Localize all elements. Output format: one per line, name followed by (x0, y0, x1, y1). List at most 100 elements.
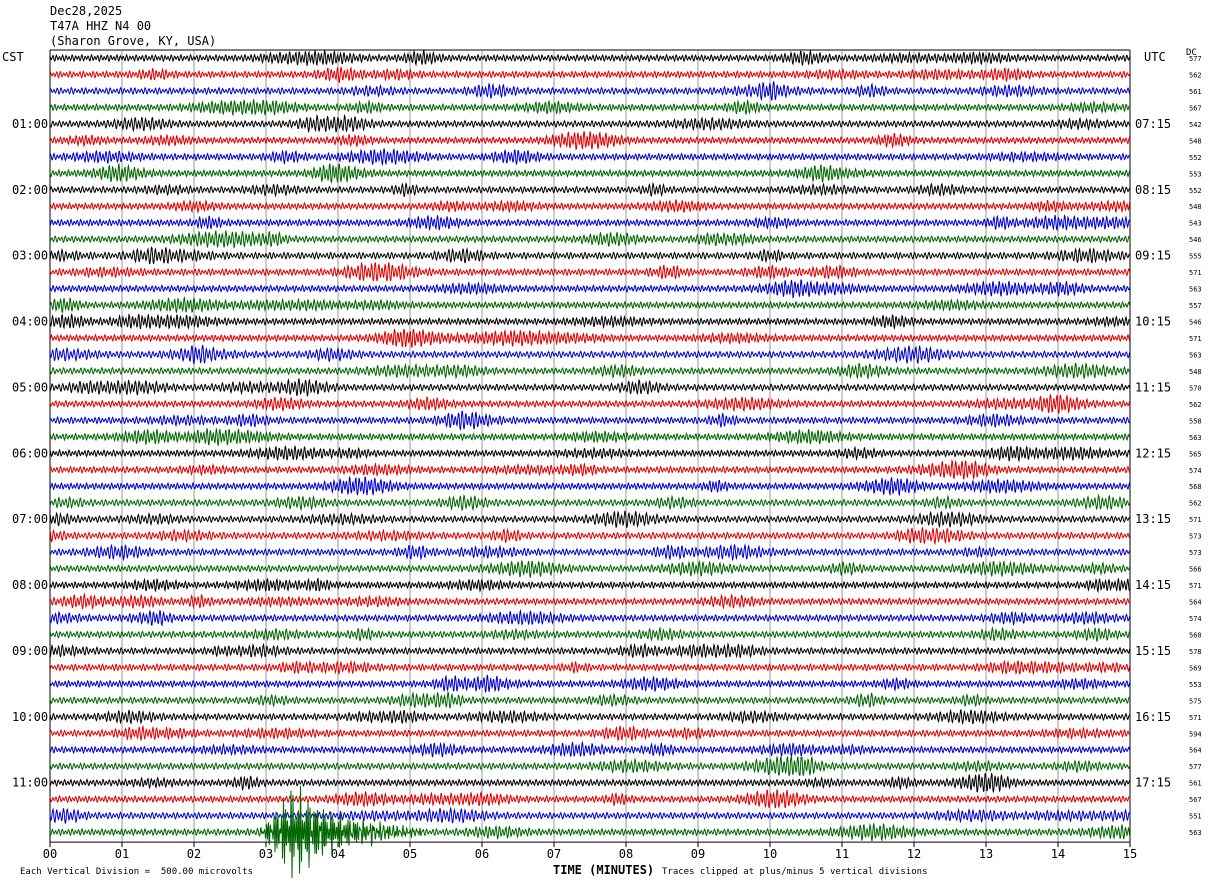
trace-line (49, 475, 1131, 497)
x-tick-label: 07 (547, 847, 561, 861)
dc-offset-value: 563 (1189, 286, 1202, 294)
dc-offset-value: 571 (1189, 269, 1202, 277)
dc-offset-value: 552 (1189, 187, 1202, 195)
x-tick-label: 00 (43, 847, 57, 861)
x-tick-label: 09 (691, 847, 705, 861)
dc-offset-value: 569 (1189, 664, 1202, 672)
left-hour-label: 04:00 (12, 315, 48, 329)
trace-line (49, 788, 1131, 809)
x-tick-label: 11 (835, 847, 849, 861)
trace-line (49, 344, 1131, 366)
dc-offset-value: 560 (1189, 631, 1202, 639)
left-hour-label: 07:00 (12, 512, 48, 526)
right-hour-label: 15:15 (1135, 644, 1171, 658)
dc-offset-value: 575 (1189, 697, 1202, 705)
clip-note: Traces clipped at plus/minus 5 vertical … (662, 867, 928, 877)
dc-offset-value: 565 (1189, 450, 1202, 458)
right-hour-label: 17:15 (1135, 776, 1171, 790)
trace-line (49, 199, 1131, 214)
dc-offset-value: 551 (1189, 813, 1202, 821)
x-tick-label: 06 (475, 847, 489, 861)
dc-offset-value: 553 (1189, 170, 1202, 178)
dc-offset-value: 553 (1189, 681, 1202, 689)
right-axis-title: UTC (1144, 50, 1166, 64)
x-axis-ticks: 00 01 02 03 04 05 06 07 08 09 10 11 12 13 14 15 (43, 842, 1137, 861)
x-axis-label: TIME (MINUTES) (553, 863, 655, 877)
trace-line (49, 131, 1131, 151)
dc-offset-value: 571 (1189, 335, 1202, 343)
dc-offset-value: 563 (1189, 434, 1202, 442)
dc-offset-value: 548 (1189, 368, 1202, 376)
dc-offset-value: 563 (1189, 351, 1202, 359)
left-hour-label: 03:00 (12, 249, 48, 263)
dc-offset-value: 562 (1189, 500, 1202, 508)
dc-offset-value: 548 (1189, 137, 1202, 145)
x-tick-label: 05 (403, 847, 417, 861)
dc-offset-value: 594 (1189, 730, 1202, 738)
left-hour-label: 06:00 (12, 446, 48, 460)
trace-line (49, 510, 1131, 529)
right-hour-label: 13:15 (1135, 512, 1171, 526)
trace-line (49, 626, 1131, 642)
header-date: Dec28,2025 (50, 4, 123, 18)
right-hour-label: 10:15 (1135, 315, 1171, 329)
dc-offset-value: 561 (1189, 88, 1202, 96)
dc-offset-value: 568 (1189, 483, 1202, 491)
trace-line (49, 98, 1131, 117)
x-tick-label: 01 (115, 847, 129, 861)
dc-offset-value: 543 (1189, 220, 1202, 228)
right-hour-label: 09:15 (1135, 249, 1171, 263)
trace-line (49, 66, 1131, 84)
left-hour-label: 02:00 (12, 183, 48, 197)
trace-line (49, 740, 1131, 758)
x-tick-label: 15 (1123, 847, 1137, 861)
x-tick-label: 02 (187, 847, 201, 861)
trace-line (49, 296, 1131, 314)
left-hour-label: 10:00 (12, 710, 48, 724)
left-hour-label: 01:00 (12, 117, 48, 131)
dc-offset-value: 563 (1189, 829, 1202, 837)
trace-line (49, 724, 1131, 742)
dc-offset-value: 561 (1189, 780, 1202, 788)
dc-offset-value: 573 (1189, 533, 1202, 541)
trace-line (49, 608, 1131, 627)
trace-line (49, 214, 1131, 232)
trace-line (49, 592, 1131, 611)
trace-line (49, 493, 1131, 512)
trace-line (49, 328, 1130, 348)
dc-offset-value: 566 (1189, 566, 1202, 574)
trace-line (49, 148, 1131, 167)
trace-line (49, 181, 1131, 198)
dc-offset-value: 546 (1189, 236, 1202, 244)
dc-offset-value: 562 (1189, 71, 1202, 79)
header-location: (Sharon Grove, KY, USA) (50, 34, 217, 48)
dc-offset-value: 567 (1189, 796, 1202, 804)
dc-offset-value: 567 (1189, 104, 1202, 112)
trace-line (49, 755, 1131, 777)
right-hour-label: 16:15 (1135, 710, 1171, 724)
trace-line (49, 577, 1131, 594)
trace-line (49, 246, 1131, 265)
dc-offset-value: 571 (1189, 516, 1202, 524)
trace-line (49, 559, 1131, 579)
dc-offset-labels: 577 562 561 567 542 548 552 553 552 548 543 546 555 5… (1189, 55, 1202, 837)
dc-offset-value: 564 (1189, 599, 1202, 607)
x-tick-label: 12 (907, 847, 921, 861)
trace-line (49, 445, 1131, 463)
dc-offset-value: 571 (1189, 582, 1202, 590)
dc-offset-value: 574 (1189, 615, 1202, 623)
dc-offset-value: 557 (1189, 302, 1202, 310)
trace-line (49, 543, 1131, 562)
helicorder-plot: 00 01 02 03 04 05 06 07 08 09 10 11 12 13 14 15 01:00 07… (12, 48, 1202, 879)
trace-line (50, 772, 1131, 794)
trace-line (49, 230, 1131, 249)
trace-line (49, 162, 1131, 184)
left-hour-label: 11:00 (12, 776, 48, 790)
trace-line (49, 806, 1131, 824)
trace-line (49, 527, 1131, 546)
dc-offset-value: 570 (1189, 384, 1202, 392)
trace-line (49, 279, 1131, 299)
x-tick-label: 04 (331, 847, 345, 861)
dc-offset-value: 578 (1189, 648, 1202, 656)
x-tick-label: 14 (1051, 847, 1065, 861)
